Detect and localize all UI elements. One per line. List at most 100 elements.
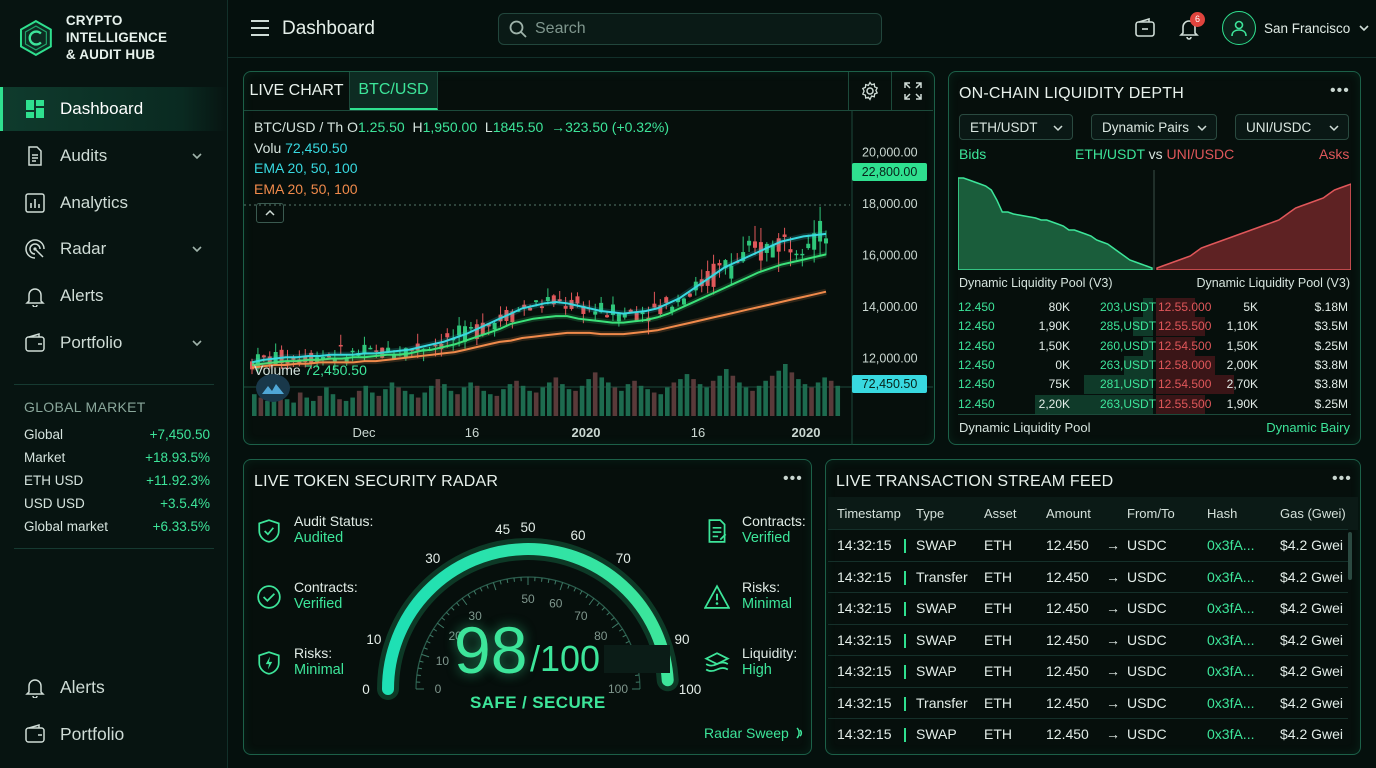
tx-cell[interactable]: 0x3fA...	[1207, 530, 1254, 561]
shield-bolt-icon	[256, 645, 282, 681]
sidebar-item-alerts[interactable]: Alerts	[0, 274, 228, 318]
tx-cell[interactable]: 0x3fA...	[1207, 656, 1254, 687]
tx-cell[interactable]: 0x3fA...	[1207, 562, 1254, 593]
order-cell: 12.450	[958, 319, 995, 334]
arrow-right-icon: →	[1106, 694, 1120, 711]
arrow-right-icon: →	[1106, 663, 1120, 679]
tx-more-icon[interactable]: •••	[1332, 470, 1352, 488]
volume-label-value: 72,450.50	[304, 362, 367, 378]
collapse-legend-button[interactable]	[256, 203, 284, 223]
volume-bar	[809, 387, 814, 416]
volume-bar	[356, 390, 362, 416]
tx-cell[interactable]: 0x3fA...	[1207, 719, 1254, 750]
order-row[interactable]: 12.450 80K 203,USDT 12.55.000 5K $.18M	[958, 298, 1351, 317]
market-row[interactable]: Market +18.93.5%	[14, 446, 214, 469]
gauge-inner-tick: 70	[574, 609, 588, 623]
tab-live-chart[interactable]: LIVE CHART	[244, 72, 350, 110]
tx-col-header[interactable]: Timestamp	[837, 497, 901, 530]
tx-cell: ETH	[984, 631, 1012, 648]
market-row[interactable]: USD USD +3.5.4%	[14, 492, 214, 515]
x-tick-label: Dec	[352, 425, 376, 440]
order-row[interactable]: 12.450 75K 281,USDT 12.54.500 2,70K $3.8M	[958, 375, 1351, 395]
order-row[interactable]: 12.450 2,20K 263,USDT 12.55.500 1,90K $.25M	[958, 394, 1351, 414]
sidebar-item-analytics[interactable]: Analytics	[0, 181, 228, 225]
volume-bar	[415, 397, 421, 416]
tx-col-header[interactable]: Gas (Gwei)	[1280, 497, 1346, 530]
tx-scrollbar[interactable]	[1348, 532, 1352, 580]
liquidity-more-icon[interactable]: •••	[1330, 82, 1350, 100]
global-market-title: GLOBAL MARKET	[24, 399, 146, 415]
wallet-icon[interactable]	[1134, 17, 1156, 39]
tx-cell: USDC	[1127, 568, 1167, 585]
sidebar-bottom-alerts[interactable]: Alerts	[0, 665, 228, 709]
pair-select-3[interactable]: UNI/USDC	[1235, 114, 1349, 140]
user-menu[interactable]: San Francisco	[1222, 11, 1370, 45]
volume-bar	[743, 387, 749, 416]
stat-label: Audit Status:	[294, 513, 374, 529]
y-tick-label: 14,000.00	[862, 300, 918, 314]
tx-col-header[interactable]: From/To	[1127, 497, 1175, 530]
analytics-icon	[24, 192, 46, 214]
radar-sweep-link[interactable]: Radar Sweep	[704, 725, 807, 741]
tx-cell: 12.450	[1046, 631, 1089, 648]
order-row[interactable]: 12.450 1,50K 260,USDT 12.54.500 1,50K $.25M	[958, 336, 1351, 356]
tx-cell: ETH	[984, 568, 1012, 585]
table-row[interactable]: 14:32:15 SWAP ETH 12.450 USDC 0x3fA... $4.2 Gw…	[828, 655, 1348, 686]
tx-col-header[interactable]: Type	[916, 497, 944, 530]
tab-pair[interactable]: BTC/USD	[350, 72, 438, 110]
radar-more-icon[interactable]: •••	[783, 470, 803, 488]
market-row[interactable]: Global +7,450.50	[14, 423, 214, 446]
volume-bar	[665, 387, 670, 416]
sidebar-item-portfolio[interactable]: Portfolio	[0, 321, 228, 365]
tx-cell[interactable]: 0x3fA...	[1207, 625, 1254, 656]
volume-bar	[645, 389, 650, 416]
sidebar-item-audits[interactable]: Audits	[0, 134, 228, 178]
tx-cell[interactable]: 0x3fA...	[1207, 593, 1254, 624]
candle-body	[782, 234, 787, 237]
tx-cell: SWAP	[916, 537, 957, 553]
order-row[interactable]: 12.450 0K 263,USDT 12.58.000 2,00K $3.8M	[958, 355, 1351, 375]
market-row[interactable]: Global market +6.33.5%	[14, 515, 214, 538]
tx-col-header[interactable]: Amount	[1046, 497, 1091, 530]
market-row[interactable]: ETH USD +11.92.3%	[14, 469, 214, 492]
table-row[interactable]: 14:32:15 SWAP ETH 12.450 USDC 0x3fA... $4.2 Gw…	[828, 592, 1348, 623]
sidebar-bottom-portfolio[interactable]: Portfolio	[0, 712, 228, 756]
x-tick-label: 2020	[792, 425, 821, 440]
tx-col-header[interactable]: Hash	[1207, 497, 1237, 530]
order-row[interactable]: 12.450 1,90K 285,USDT 12.55.500 1,10K $3.5M	[958, 317, 1351, 337]
chart-expand-button[interactable]	[892, 72, 934, 110]
volume-bar	[507, 384, 513, 416]
sidebar-item-dashboard[interactable]: Dashboard	[0, 87, 228, 131]
menu-icon[interactable]	[250, 19, 270, 37]
volume-bar	[343, 400, 349, 416]
table-row[interactable]: 14:32:15 SWAP ETH 12.450 USDC 0x3fA... $4.2 Gw…	[828, 529, 1348, 560]
security-gauge: 0103045 50607090100010203050 607080100	[362, 520, 701, 700]
volume-bar	[756, 385, 762, 416]
table-row[interactable]: 14:32:15 SWAP ETH 12.450 USDC 0x3fA... $4.2 Gw…	[828, 718, 1348, 749]
nav-label: Dashboard	[60, 99, 144, 118]
nav-label: Portfolio	[60, 723, 125, 744]
radar-stat: Contracts: Verified	[704, 513, 806, 549]
order-cell: 12.58.000	[1158, 357, 1212, 372]
brand-line1: CRYPTO INTELLIGENCE	[65, 13, 168, 45]
volume-bar	[311, 400, 316, 416]
pair-select-2[interactable]: Dynamic Pairs	[1091, 114, 1217, 140]
table-row[interactable]: 14:32:15 Transfer ETH 12.450 USDC 0x3fA... $4.…	[828, 686, 1348, 719]
sidebar-item-radar[interactable]: Radar	[0, 227, 228, 271]
brand[interactable]: CRYPTO INTELLIGENCE & AUDIT HUB	[18, 12, 227, 63]
radar-stat: Contracts: Verified	[256, 579, 358, 615]
tx-col-header[interactable]: Asset	[984, 497, 1017, 530]
table-row[interactable]: 14:32:15 SWAP ETH 12.450 USDC 0x3fA... $4.2 Gw…	[828, 623, 1348, 656]
chart-settings-button[interactable]	[848, 72, 892, 110]
depth-chart[interactable]	[958, 170, 1351, 270]
search-input[interactable]	[535, 20, 855, 38]
volume-bar	[737, 382, 742, 416]
search-box[interactable]	[498, 13, 882, 45]
pool-label-left: Dynamic Liquidity Pool (V3)	[959, 276, 1113, 290]
pair-select-1[interactable]: ETH/USDT	[959, 114, 1073, 140]
table-row[interactable]: 14:32:15 Transfer ETH 12.450 USDC 0x3fA... $4.…	[828, 560, 1348, 593]
row-divider	[904, 665, 906, 679]
tx-cell[interactable]: 0x3fA...	[1207, 688, 1254, 719]
footer-right[interactable]: Dynamic Bairy	[1266, 420, 1350, 435]
volume-bar	[566, 389, 572, 416]
